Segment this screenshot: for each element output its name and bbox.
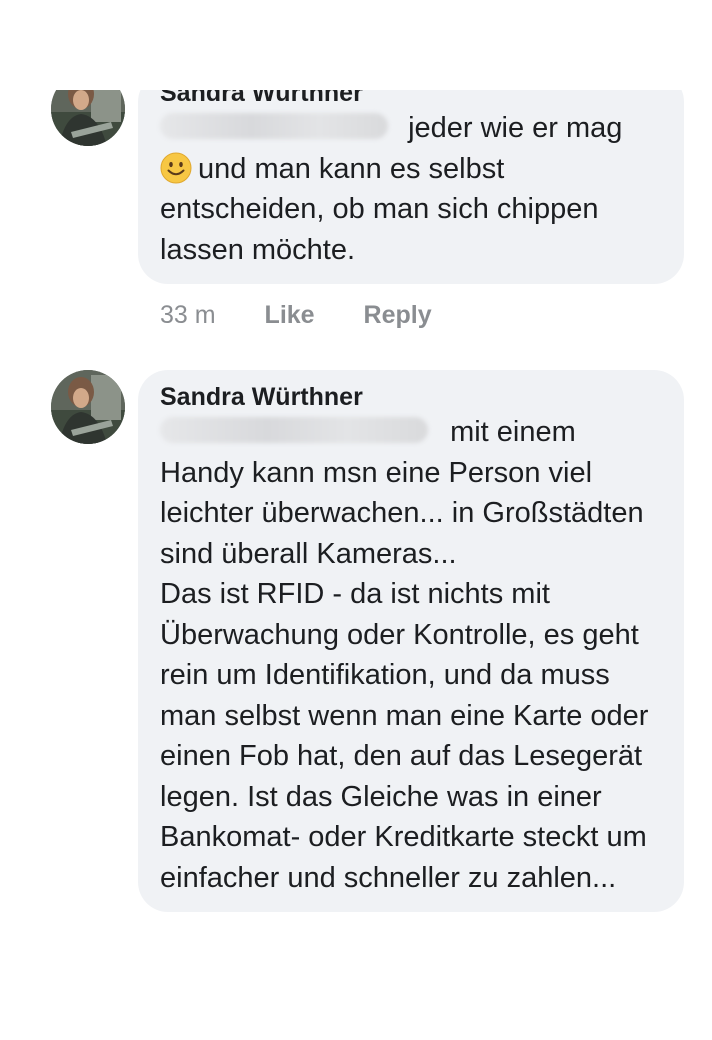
comment-bubble: Sandra Würthner mit einem Handy kann msn…	[138, 370, 684, 912]
comment-text-rest: und man kann es selbst entscheiden, ob m…	[160, 152, 599, 266]
comment-text-start: jeder wie er mag	[408, 112, 623, 144]
comment-text-rest: Handy kann msn eine Person viel leichter…	[160, 456, 644, 570]
comment-text-paragraph-2: Das ist RFID - da ist nichts mit Überwac…	[160, 578, 649, 894]
comment-bubble: Sandra Würthner jeder wie er mag und man…	[138, 90, 684, 284]
smiley-emoji-icon	[160, 152, 192, 183]
reply-button[interactable]: Reply	[364, 301, 432, 329]
comment-author[interactable]: Sandra Würthner	[160, 382, 662, 412]
comment-text-start: mit einem	[450, 416, 576, 448]
comment-timestamp[interactable]: 33 m	[160, 301, 216, 329]
avatar-photo-icon	[51, 90, 125, 146]
like-button[interactable]: Like	[265, 301, 315, 329]
redacted-name-blur	[160, 113, 388, 139]
avatar[interactable]	[51, 90, 125, 146]
comment-text: mit einem Handy kann msn eine Person vie…	[160, 412, 662, 898]
comment-text: jeder wie er mag und man kann es selbst …	[160, 108, 662, 270]
comment-thread: Sandra Würthner jeder wie er mag und man…	[0, 90, 712, 1040]
comment-actions: 33 m Like Reply	[160, 300, 474, 330]
avatar-photo-icon	[51, 370, 125, 444]
redacted-name-blur	[160, 417, 428, 443]
comment-author[interactable]: Sandra Würthner	[160, 90, 662, 108]
avatar[interactable]	[51, 370, 125, 444]
